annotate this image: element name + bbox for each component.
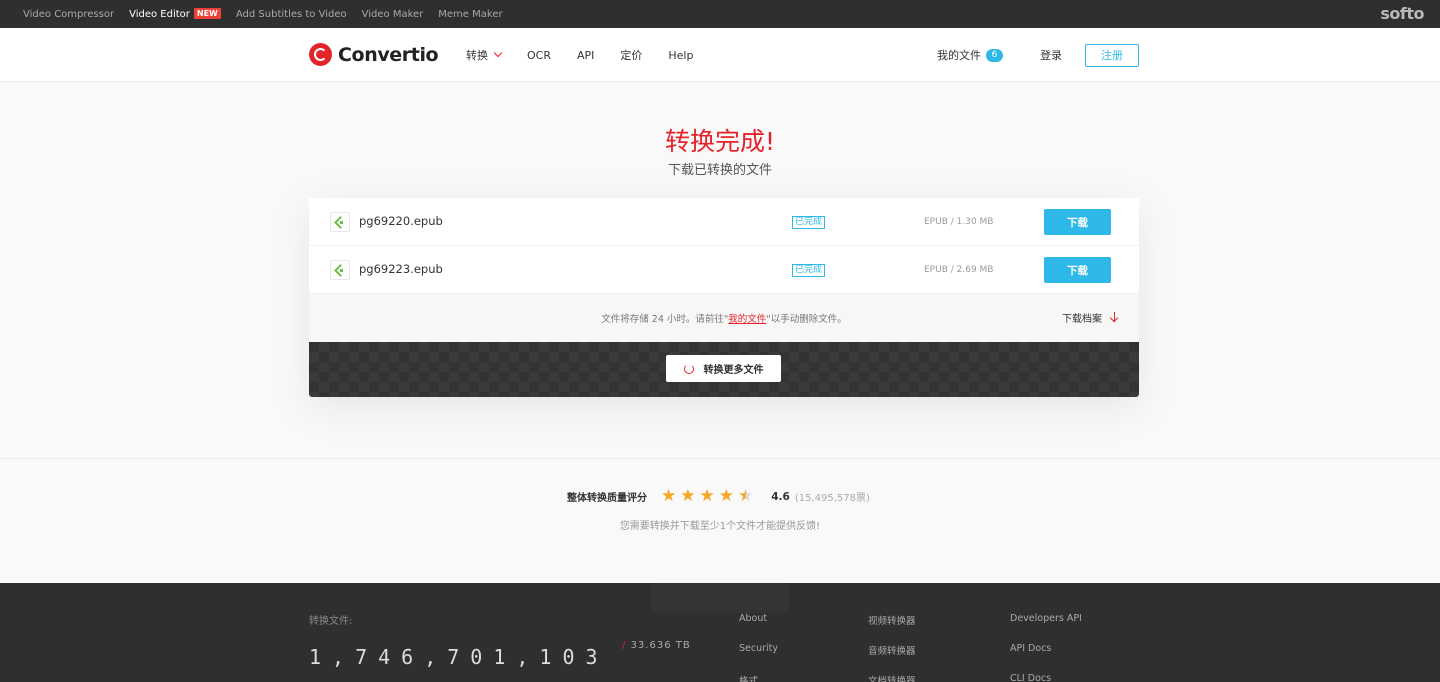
link-video-editor[interactable]: Video Editor NEW xyxy=(129,8,221,20)
footer-column-company: About Security 格式 xyxy=(739,613,778,682)
footer-link-developers-api[interactable]: Developers API xyxy=(1010,613,1082,643)
rating-stars[interactable]: ★ ★ ★ ★ ★ xyxy=(661,488,753,505)
convertio-logo-icon xyxy=(309,43,332,66)
footer-decor xyxy=(651,583,789,613)
storage-info-before: 文件将存储 24 小时。请前往 xyxy=(601,314,724,325)
my-files-inline-link[interactable]: 我的文件 xyxy=(728,314,766,325)
footer-link-about[interactable]: About xyxy=(739,613,778,643)
file-row: pg69220.epub 已完成 EPUB / 1.30 MB 下载 xyxy=(309,198,1139,246)
quality-rating: 整体转换质量评分 ★ ★ ★ ★ ★ 4.6 (15,495,578票) xyxy=(567,488,870,505)
status-badge: 已完成 xyxy=(792,216,826,229)
converted-files-counter: 1,746,701,103 xyxy=(309,645,609,669)
my-files-count-badge: 6 xyxy=(986,48,1003,62)
convert-more-bar: 转换更多文件 xyxy=(309,342,1139,397)
star-icon[interactable]: ★ xyxy=(719,488,734,505)
storage-info-text: 文件将存储 24 小时。请前往"我的文件"以手动删除文件。 xyxy=(601,314,847,325)
file-name: pg69220.epub xyxy=(359,214,443,228)
star-icon[interactable]: ★ xyxy=(680,488,695,505)
nav-help[interactable]: Help xyxy=(668,49,693,62)
nav-api[interactable]: API xyxy=(577,49,594,62)
converted-files-panel: pg69220.epub 已完成 EPUB / 1.30 MB 下载 pg692… xyxy=(309,198,1139,397)
epub-file-icon xyxy=(330,260,350,280)
softo-links: Video Compressor Video Editor NEW Add Sub… xyxy=(23,0,503,28)
footer-link-audio-converter[interactable]: 音频转换器 xyxy=(868,643,916,673)
link-video-compressor[interactable]: Video Compressor xyxy=(23,9,114,20)
nav-ocr[interactable]: OCR xyxy=(527,49,551,62)
rating-votes: (15,495,578票) xyxy=(794,493,870,504)
login-link[interactable]: 登录 xyxy=(1040,47,1062,63)
link-add-subtitles[interactable]: Add Subtitles to Video xyxy=(236,9,347,20)
section-divider xyxy=(0,458,1440,459)
half-star-icon[interactable]: ★ xyxy=(738,488,753,505)
rating-label: 整体转换质量评分 xyxy=(567,493,647,504)
footer-column-converters: 视频转换器 音频转换器 文档转换器 xyxy=(868,613,916,682)
star-icon[interactable]: ★ xyxy=(700,488,715,505)
footer-link-document-converter[interactable]: 文档转换器 xyxy=(868,673,916,682)
footer-column-developers: Developers API API Docs CLI Docs xyxy=(1010,613,1082,682)
softo-top-bar: Video Compressor Video Editor NEW Add Sub… xyxy=(0,0,1440,28)
site-footer: 转换文件: 1,746,701,103 / 33.636 TB About Se… xyxy=(0,583,1440,682)
chevron-down-icon xyxy=(493,48,503,58)
file-size: EPUB / 1.30 MB xyxy=(924,217,994,227)
star-icon[interactable]: ★ xyxy=(661,488,676,505)
status-badge: 已完成 xyxy=(792,264,826,277)
storage-info-row: 文件将存储 24 小时。请前往"我的文件"以手动删除文件。 下载档案 xyxy=(309,294,1139,342)
nav-pricing[interactable]: 定价 xyxy=(620,47,642,63)
header-actions: 我的文件 6 登录 注册 xyxy=(937,28,1139,82)
footer-link-security[interactable]: Security xyxy=(739,643,778,673)
rating-score: 4.6 xyxy=(771,490,790,503)
link-video-maker[interactable]: Video Maker xyxy=(362,9,424,20)
my-files-label: 我的文件 xyxy=(937,49,981,62)
my-files-link[interactable]: 我的文件 6 xyxy=(937,47,1003,63)
convert-more-files-button[interactable]: 转换更多文件 xyxy=(666,355,781,382)
file-name: pg69223.epub xyxy=(359,262,443,276)
softo-logo[interactable]: softo xyxy=(1380,4,1424,23)
convert-more-label: 转换更多文件 xyxy=(703,365,764,376)
nav-convert[interactable]: 转换 xyxy=(466,47,503,63)
site-header: Convertio 转换 OCR API 定价 Help 我的文件 6 登录 注… xyxy=(0,28,1440,82)
refresh-icon xyxy=(683,363,694,374)
page-subtitle: 下载已转换的文件 xyxy=(667,163,772,178)
download-archive-button[interactable]: 下载档案 xyxy=(1062,310,1119,325)
file-size: EPUB / 2.69 MB xyxy=(924,265,994,275)
rating-note: 您需要转换并下载至少1个文件才能提供反馈! xyxy=(619,521,821,532)
footer-link-cli-docs[interactable]: CLI Docs xyxy=(1010,673,1082,682)
download-button[interactable]: 下载 xyxy=(1044,257,1111,283)
link-video-editor-label: Video Editor xyxy=(129,9,190,20)
converted-tb: / 33.636 TB xyxy=(622,640,691,651)
page-title: 转换完成! xyxy=(664,127,776,156)
storage-info-after: 以手动删除文件。 xyxy=(770,314,847,325)
epub-file-icon xyxy=(330,212,350,232)
footer-link-api-docs[interactable]: API Docs xyxy=(1010,643,1082,673)
download-button[interactable]: 下载 xyxy=(1044,209,1111,235)
tb-value: 33.636 TB xyxy=(630,640,691,651)
logo-text: Convertio xyxy=(338,43,439,66)
file-row: pg69223.epub 已完成 EPUB / 2.69 MB 下载 xyxy=(309,246,1139,294)
download-arrow-icon xyxy=(1110,312,1119,323)
new-badge: NEW xyxy=(193,8,221,19)
download-archive-label: 下载档案 xyxy=(1062,314,1102,325)
converted-files-label: 转换文件: xyxy=(309,616,353,627)
footer-link-video-converter[interactable]: 视频转换器 xyxy=(868,613,916,643)
footer-link-formats[interactable]: 格式 xyxy=(739,673,778,682)
register-button[interactable]: 注册 xyxy=(1085,43,1139,67)
nav-convert-label: 转换 xyxy=(466,49,488,62)
tb-slash: / xyxy=(622,640,627,651)
main-nav: 转换 OCR API 定价 Help xyxy=(466,28,693,82)
convertio-logo[interactable]: Convertio xyxy=(309,43,439,66)
link-meme-maker[interactable]: Meme Maker xyxy=(438,9,502,20)
